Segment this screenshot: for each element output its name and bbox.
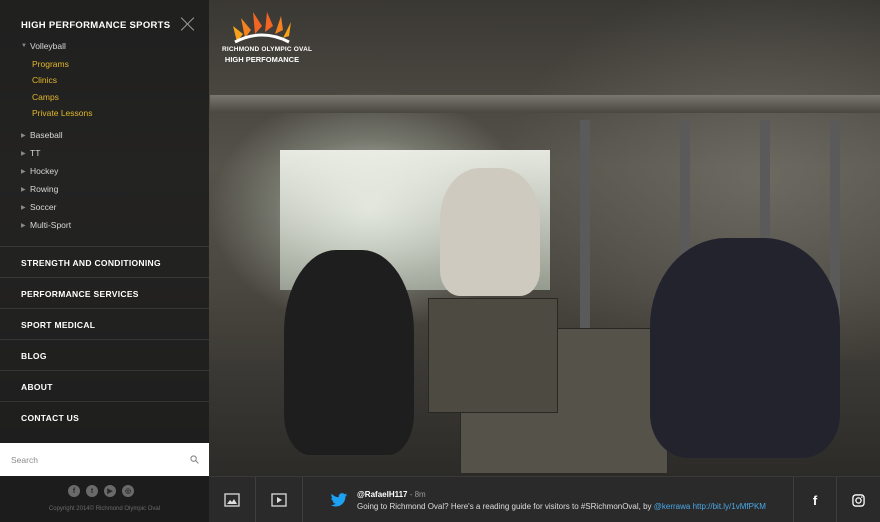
twitter-bird-icon <box>330 492 348 506</box>
sidebar-child-private-lessons[interactable]: Private Lessons <box>32 108 92 118</box>
tweet-mention-link[interactable]: @kerrawa <box>654 502 691 511</box>
sidebar-item-hockey[interactable]: ▶ Hockey <box>21 166 58 176</box>
sidebar-item-label: Multi-Sport <box>30 220 72 230</box>
nav-label: PERFORMANCE SERVICES <box>21 289 139 299</box>
logo-text-hp: HIGH PERFOMANCE <box>224 55 300 64</box>
tweet-separator: - <box>407 489 415 499</box>
triangle-right-icon: ▶ <box>21 186 26 193</box>
tweet-meta: @RafaelH117 - 8m <box>357 490 766 499</box>
triangle-right-icon: ▶ <box>21 132 26 139</box>
sidebar-item-tt[interactable]: ▶ TT <box>21 148 40 158</box>
youtube-icon[interactable]: ▶ <box>104 485 116 497</box>
athlete-jumping <box>440 168 540 296</box>
facebook-icon[interactable]: f <box>68 485 80 497</box>
sidebar-item-rowing[interactable]: ▶ Rowing <box>21 184 58 194</box>
sidebar-child-camps[interactable]: Camps <box>32 92 59 102</box>
copyright-text: Copyright 2014© Richmond Olympic Oval <box>48 506 161 512</box>
triangle-right-icon: ▶ <box>21 204 26 211</box>
triangle-right-icon: ▶ <box>21 150 26 157</box>
sidebar-social-links: f t ▶ ◎ <box>68 485 134 497</box>
sidebar-item-volleyball[interactable]: ▼ Volleyball <box>21 41 66 51</box>
flame-logo-icon <box>229 12 295 44</box>
tweet-time: 8m <box>414 489 426 499</box>
plyo-box <box>428 298 558 413</box>
nav-about[interactable]: ABOUT <box>0 370 209 401</box>
latest-tweet: @RafaelH117 - 8m Going to Richmond Oval?… <box>319 477 793 522</box>
nav-label: SPORT MEDICAL <box>21 320 96 330</box>
tweet-handle[interactable]: @RafaelH117 <box>357 490 408 499</box>
search-input[interactable] <box>0 443 170 476</box>
sidebar-item-label: Volleyball <box>30 41 66 51</box>
sidebar-child-clinics[interactable]: Clinics <box>32 75 57 85</box>
triangle-down-icon: ▼ <box>21 43 27 49</box>
nav-blog[interactable]: BLOG <box>0 339 209 370</box>
sidebar-title[interactable]: HIGH PERFORMANCE SPORTS <box>21 20 170 31</box>
image-gallery-button[interactable] <box>209 477 256 522</box>
sidebar-item-label: Rowing <box>30 184 59 194</box>
sidebar-menu: HIGH PERFORMANCE SPORTS ▼ Volleyball Pro… <box>0 0 209 522</box>
instagram-icon[interactable]: ◎ <box>122 485 134 497</box>
sidebar-item-label: Soccer <box>30 202 57 212</box>
triangle-right-icon: ▶ <box>21 168 26 175</box>
sidebar-child-programs[interactable]: Programs <box>32 59 69 69</box>
footer-instagram-button[interactable] <box>836 477 879 522</box>
logo-text-oval: RICHMOND OLYMPIC OVAL <box>222 46 313 53</box>
athlete-squatting <box>650 238 840 458</box>
close-icon[interactable] <box>180 16 196 32</box>
ceiling-duct <box>210 95 880 113</box>
nav-performance-services[interactable]: PERFORMANCE SERVICES <box>0 277 209 308</box>
sidebar-item-label: Baseball <box>30 130 63 140</box>
nav-sport-medical[interactable]: SPORT MEDICAL <box>0 308 209 339</box>
twitter-icon[interactable]: t <box>86 485 98 497</box>
sidebar-item-baseball[interactable]: ▶ Baseball <box>21 130 63 140</box>
video-play-icon <box>271 493 287 507</box>
video-play-button[interactable] <box>256 477 303 522</box>
tweet-text-line: Going to Richmond Oval? Here's a reading… <box>357 502 766 511</box>
search-icon[interactable] <box>190 455 199 464</box>
footer-facebook-button[interactable]: f <box>793 477 836 522</box>
sidebar-item-label: Hockey <box>30 166 59 176</box>
sidebar-item-label: TT <box>30 148 41 158</box>
coach-crouching <box>284 250 414 455</box>
nav-contact-us[interactable]: CONTACT US <box>0 401 209 432</box>
oval-logo[interactable]: RICHMOND OLYMPIC OVAL HIGH PERFOMANCE <box>222 12 313 70</box>
sidebar-item-soccer[interactable]: ▶ Soccer <box>21 202 56 212</box>
nav-label: BLOG <box>21 351 47 361</box>
nav-label: ABOUT <box>21 382 53 392</box>
tweet-body: @RafaelH117 - 8m Going to Richmond Oval?… <box>357 490 766 511</box>
bottom-bar: @RafaelH117 - 8m Going to Richmond Oval?… <box>209 476 880 522</box>
image-gallery-icon <box>224 493 240 507</box>
search-box <box>0 443 209 476</box>
nav-label: STRENGTH AND CONDITIONING <box>21 258 161 268</box>
nav-label: CONTACT US <box>21 413 80 423</box>
tweet-text: Going to Richmond Oval? Here's a reading… <box>357 501 654 511</box>
triangle-right-icon: ▶ <box>21 222 26 229</box>
sidebar-item-multi-sport[interactable]: ▶ Multi-Sport <box>21 220 71 230</box>
instagram-icon <box>851 493 865 507</box>
facebook-icon: f <box>812 492 818 508</box>
tweet-url-link[interactable]: http://bit.ly/1vMfPKM <box>693 502 766 511</box>
nav-strength-conditioning[interactable]: STRENGTH AND CONDITIONING <box>0 246 209 277</box>
